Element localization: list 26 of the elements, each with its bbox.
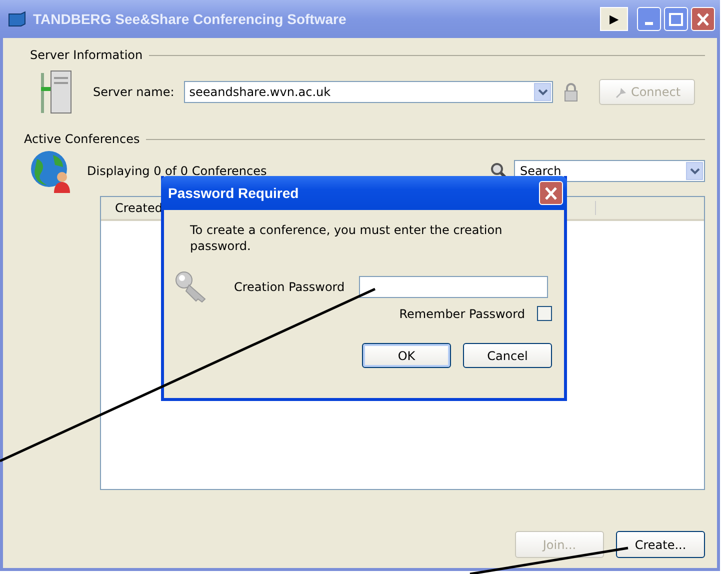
remember-label: Remember Password [399, 306, 525, 320]
group-legend: Active Conferences [24, 132, 140, 146]
conference-count: Displaying 0 of 0 Conferences [87, 164, 268, 178]
server-name-label: Server name: [93, 85, 174, 99]
close-button[interactable] [539, 181, 563, 205]
play-button[interactable]: ▶ [600, 7, 628, 31]
server-icon [39, 69, 73, 115]
group-legend: Server Information [30, 48, 143, 62]
password-field[interactable] [358, 276, 548, 298]
server-name-combo[interactable]: seeandshare.wvn.ac.uk [184, 81, 554, 103]
minimize-button[interactable] [637, 7, 661, 31]
dialog-title: Password Required [168, 185, 300, 201]
plug-icon [614, 85, 628, 99]
window-title: TANDBERG See&Share Conferencing Software [33, 11, 348, 27]
search-combo[interactable]: Search [514, 160, 705, 182]
ok-button[interactable]: OK [362, 343, 451, 368]
app-icon [8, 11, 26, 27]
lock-icon [563, 82, 580, 102]
remember-checkbox[interactable] [537, 306, 552, 321]
minimize-icon [645, 22, 653, 24]
close-button[interactable] [691, 7, 715, 31]
cancel-button[interactable]: Cancel [463, 343, 552, 368]
maximize-button[interactable] [664, 7, 688, 31]
password-label: Creation Password [234, 280, 345, 294]
dialog-message: To create a conference, you must enter the creation password. [190, 222, 504, 254]
create-button[interactable]: Create... [616, 531, 705, 558]
